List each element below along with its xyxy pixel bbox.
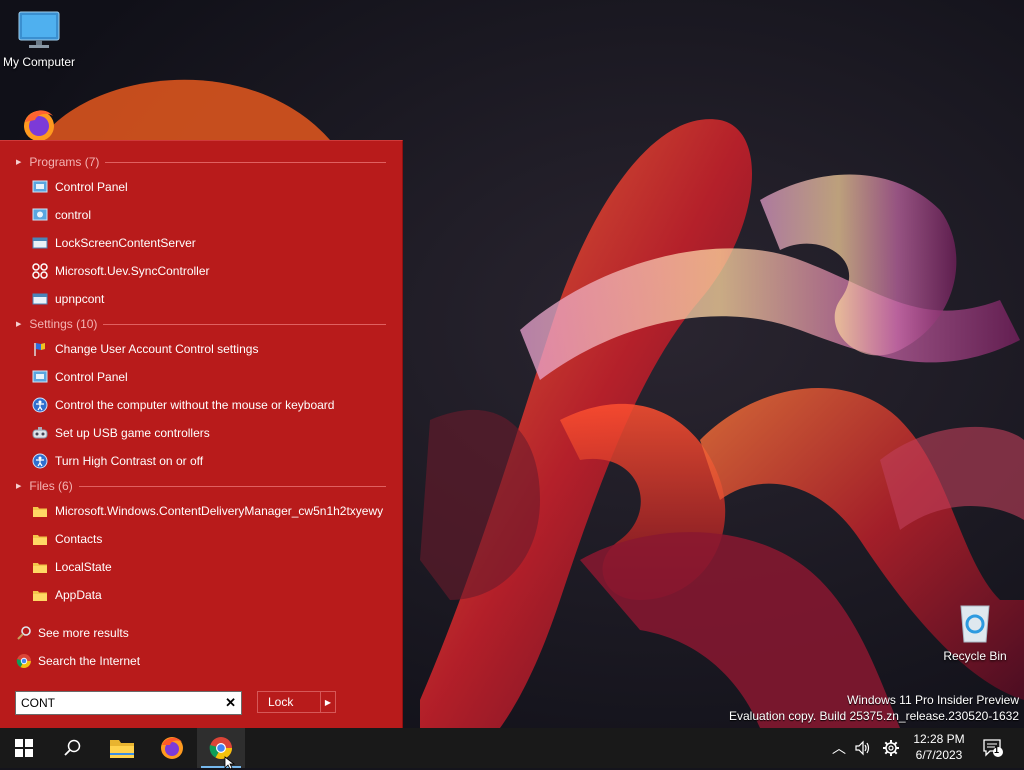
result-item-control-without-mouse[interactable]: Control the computer without the mouse o…	[32, 395, 392, 415]
app-window-icon	[32, 235, 48, 251]
magnifier-icon	[16, 625, 32, 641]
result-item-label: LockScreenContentServer	[55, 236, 196, 250]
group-header-label: Programs (7)	[29, 155, 100, 169]
result-item-control-panel-2[interactable]: Control Panel	[32, 367, 392, 387]
notification-count-badge: 1	[994, 745, 1000, 755]
divider	[103, 324, 386, 325]
result-item-uac-settings[interactable]: Change User Account Control settings	[32, 339, 392, 359]
group-header-files[interactable]: ▶ Files (6)	[16, 478, 386, 494]
search-the-internet-label: Search the Internet	[38, 654, 141, 668]
chevron-up-icon: ︿	[832, 740, 846, 756]
search-input[interactable]	[21, 695, 211, 711]
divider	[105, 162, 386, 163]
result-item-uev-synccontroller[interactable]: Microsoft.Uev.SyncController	[32, 261, 392, 281]
result-item-high-contrast[interactable]: Turn High Contrast on or off	[32, 451, 392, 471]
taskbar-search-button[interactable]	[48, 728, 96, 768]
control-panel-icon	[32, 179, 48, 195]
recycle-bin-label: Recycle Bin	[943, 649, 1007, 663]
result-item-appdata[interactable]: AppData	[32, 585, 392, 605]
power-options-arrow-icon[interactable]: ▶	[321, 698, 335, 707]
result-item-label: upnpcont	[55, 292, 105, 306]
clock-time: 12:28 PM	[913, 732, 965, 746]
file-explorer-button[interactable]	[98, 728, 146, 768]
result-item-label: Set up USB game controllers	[55, 426, 210, 440]
result-item-control-panel[interactable]: Control Panel	[32, 177, 392, 197]
clear-search-icon[interactable]: ✕	[225, 695, 236, 711]
file-explorer-icon	[110, 740, 134, 758]
expand-arrow-icon: ▶	[16, 321, 22, 328]
taskbar: ︿ 12:28 PM 6/7/2023 1	[0, 728, 1024, 770]
divider	[78, 486, 386, 487]
control-icon	[32, 207, 48, 223]
ease-of-access-icon	[32, 397, 48, 413]
start-search-box[interactable]: ✕	[15, 691, 242, 715]
recycle-bin-desktop-icon[interactable]: Recycle Bin	[930, 602, 1020, 663]
show-hidden-icons-button[interactable]: ︿	[830, 728, 848, 768]
lock-split-button[interactable]: Lock ▶	[257, 691, 336, 713]
gear-icon	[883, 740, 899, 756]
result-item-label: Control Panel	[55, 180, 128, 194]
my-computer-label: My Computer	[2, 55, 76, 69]
windows-logo-icon	[15, 739, 33, 757]
see-more-results-label: See more results	[38, 626, 129, 640]
sync-controller-icon	[32, 263, 48, 279]
result-item-label: Microsoft.Windows.ContentDeliveryManager…	[55, 504, 384, 518]
app-window-icon	[32, 291, 48, 307]
watermark-line2: Evaluation copy. Build 25375.zn_release.…	[729, 709, 1019, 723]
my-computer-desktop-icon[interactable]: My Computer	[0, 10, 84, 69]
search-the-internet-link[interactable]: Search the Internet	[16, 651, 140, 671]
firefox-icon	[24, 110, 54, 141]
clock[interactable]: 12:28 PM 6/7/2023	[906, 731, 972, 763]
result-item-label: Contacts	[55, 532, 103, 546]
clock-date: 6/7/2023	[915, 748, 963, 762]
result-item-usb-game-controllers[interactable]: Set up USB game controllers	[32, 423, 392, 443]
group-header-label: Files (6)	[29, 479, 73, 493]
result-item-upnpcont[interactable]: upnpcont	[32, 289, 392, 309]
search-icon	[64, 739, 81, 756]
folder-icon	[32, 587, 48, 603]
expand-arrow-icon: ▶	[16, 159, 22, 166]
chrome-taskbar-button[interactable]	[197, 728, 245, 768]
control-panel-icon	[32, 369, 48, 385]
folder-icon	[32, 559, 48, 575]
result-item-localstate[interactable]: LocalState	[32, 557, 392, 577]
start-button[interactable]	[0, 728, 48, 768]
settings-tray-button[interactable]	[880, 728, 902, 768]
expand-arrow-icon: ▶	[16, 483, 22, 490]
notification-icon	[983, 739, 1003, 757]
result-item-control[interactable]: control	[32, 205, 392, 225]
monitor-icon	[18, 11, 60, 48]
speaker-icon	[855, 740, 870, 756]
chrome-icon	[16, 653, 32, 669]
result-item-contentdeliverymanager[interactable]: Microsoft.Windows.ContentDeliveryManager…	[32, 501, 392, 521]
result-item-label: Microsoft.Uev.SyncController	[55, 264, 210, 278]
lock-button-label[interactable]: Lock	[258, 695, 320, 709]
result-item-label: Turn High Contrast on or off	[55, 454, 204, 468]
start-menu: ▶ Programs (7) Control Panel control Loc…	[0, 140, 403, 728]
group-header-programs[interactable]: ▶ Programs (7)	[16, 154, 386, 170]
group-header-settings[interactable]: ▶ Settings (10)	[16, 316, 386, 332]
result-item-label: control	[55, 208, 92, 222]
result-item-label: LocalState	[55, 560, 112, 574]
result-item-lockscreencontentserver[interactable]: LockScreenContentServer	[32, 233, 392, 253]
folder-icon	[32, 531, 48, 547]
uac-flag-icon	[32, 341, 48, 357]
notification-center-button[interactable]: 1	[980, 728, 1006, 768]
volume-button[interactable]	[852, 728, 874, 768]
result-item-label: Change User Account Control settings	[55, 342, 259, 356]
result-item-label: AppData	[55, 588, 102, 602]
firefox-icon	[161, 737, 183, 759]
folder-icon	[32, 503, 48, 519]
group-header-label: Settings (10)	[29, 317, 98, 331]
see-more-results-link[interactable]: See more results	[16, 623, 129, 643]
recycle-bin-icon	[960, 605, 990, 643]
firefox-taskbar-button[interactable]	[148, 728, 196, 768]
game-controller-icon	[32, 425, 48, 441]
result-item-label: Control Panel	[55, 370, 128, 384]
result-item-contacts[interactable]: Contacts	[32, 529, 392, 549]
result-item-label: Control the computer without the mouse o…	[55, 398, 335, 412]
ease-of-access-icon	[32, 453, 48, 469]
watermark-line1: Windows 11 Pro Insider Preview	[847, 693, 1019, 707]
